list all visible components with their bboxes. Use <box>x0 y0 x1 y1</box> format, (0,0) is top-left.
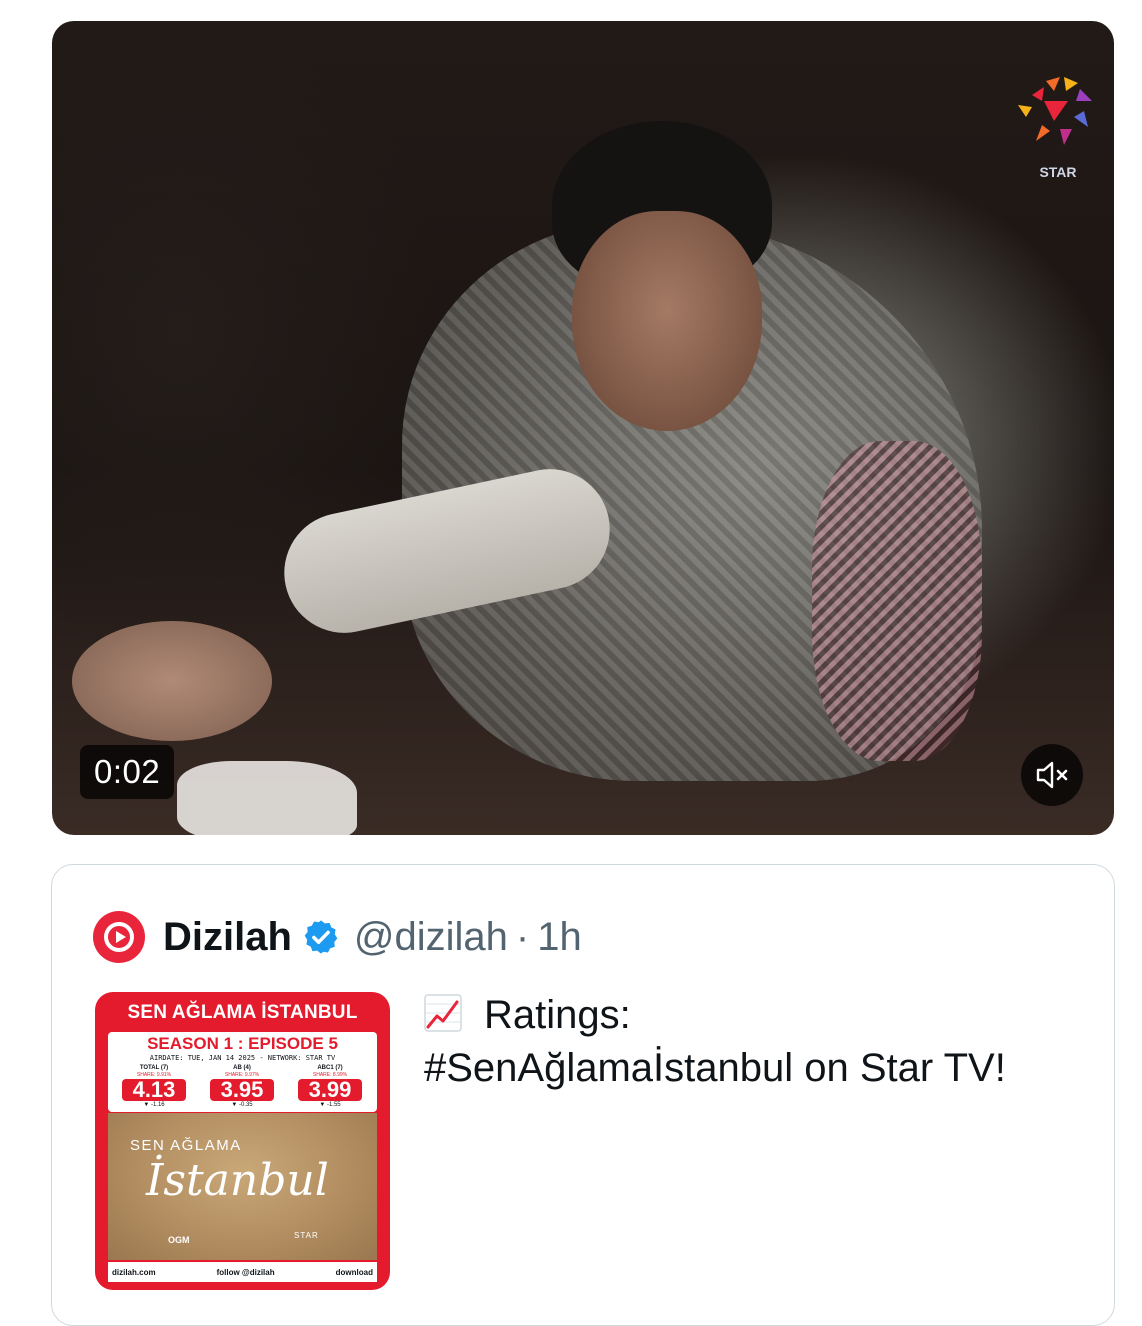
airdate: AIRDATE: TUE, JAN 14 2025 - NETWORK: STA… <box>149 1054 336 1062</box>
video-frame-face <box>572 211 762 431</box>
footer-follow: follow @dizilah <box>216 1267 275 1277</box>
dizilah-logo-icon <box>104 922 134 952</box>
stat-label: ABC1 (7) <box>317 1065 343 1071</box>
video-frame-hand <box>72 621 272 741</box>
stat-value: 3.99 <box>298 1079 362 1101</box>
author-handle[interactable]: @dizilah <box>354 915 508 960</box>
stat-label: TOTAL (7) <box>139 1065 169 1071</box>
star-tv-logo: STAR <box>1018 77 1092 180</box>
ogm-logo: OGM <box>168 1235 190 1245</box>
quoted-tweet-card[interactable]: Dizilah @dizilah · 1h SEN AĞLAMA İSTANBU… <box>51 864 1115 1326</box>
post-time[interactable]: 1h <box>537 915 582 960</box>
star-logo-text: STAR <box>1039 164 1076 180</box>
author-name[interactable]: Dizilah <box>163 915 292 960</box>
video-frame-tissue <box>177 761 357 835</box>
stat-label: AB (4) <box>233 1065 251 1071</box>
unmute-button[interactable] <box>1021 744 1083 806</box>
stat-value: 4.13 <box>122 1079 186 1101</box>
stat-ab: AB (4) SHARE: 9.97% 3.95 ▼ -0.35 <box>206 1065 278 1111</box>
poster-subtitle: SEN AĞLAMA <box>130 1137 242 1154</box>
avatar[interactable] <box>93 911 145 963</box>
elapsed-time-badge: 0:02 <box>80 745 175 799</box>
quoted-tweet-text: Ratings: #SenAğlamaİstanbul on Star TV! <box>424 989 1064 1095</box>
stat-value: 3.95 <box>210 1079 274 1101</box>
separator-dot: · <box>515 914 530 959</box>
season-episode: SEASON 1 : EPISODE 5 <box>147 1034 338 1053</box>
speaker-muted-icon <box>1036 761 1068 789</box>
thumbnail-footer: dizilah.com follow @dizilah download <box>108 1262 377 1282</box>
thumbnail-title: SEN AĞLAMA İSTANBUL <box>127 1002 358 1023</box>
video-player[interactable]: STAR 0:02 <box>52 21 1114 835</box>
text-ratings: Ratings: <box>484 993 631 1037</box>
stat-delta: ▼ -0.35 <box>231 1102 253 1108</box>
star-logo-small: STAR <box>294 1231 319 1240</box>
chart-increasing-icon <box>424 994 462 1032</box>
video-frame-scarf-pattern <box>812 441 982 761</box>
poster-title: İstanbul <box>146 1155 329 1206</box>
quoted-tweet-header: Dizilah @dizilah · 1h <box>93 911 582 963</box>
footer-site: dizilah.com <box>112 1267 156 1277</box>
rating-image-thumbnail[interactable]: SEN AĞLAMA İSTANBUL SEASON 1 : EPISODE 5… <box>95 992 390 1290</box>
stat-abc1: ABC1 (7) SHARE: 8.99% 3.99 ▼ -1.55 <box>294 1065 366 1111</box>
text-hashtag-line: #SenAğlamaİstanbul on Star TV! <box>424 1046 1006 1090</box>
footer-download: download <box>335 1267 373 1277</box>
verified-badge-icon <box>302 918 340 956</box>
ratings-panel: SEASON 1 : EPISODE 5 AIRDATE: TUE, JAN 1… <box>108 1032 377 1112</box>
stat-total: TOTAL (7) SHARE: 9.91% 4.13 ▼ -1.16 <box>118 1065 190 1111</box>
stat-delta: ▼ -1.55 <box>319 1102 341 1108</box>
show-poster: SEN AĞLAMA İstanbul OGM STAR <box>108 1113 377 1260</box>
stat-delta: ▼ -1.16 <box>143 1102 165 1108</box>
